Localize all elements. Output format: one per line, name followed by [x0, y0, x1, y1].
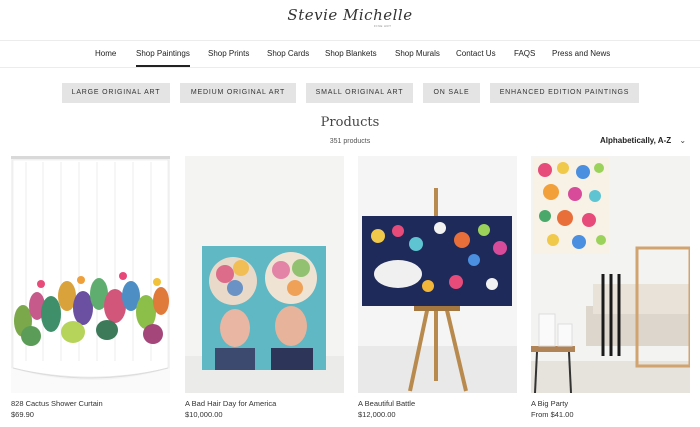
nav-item-shop-paintings[interactable]: Shop Paintings [136, 49, 190, 67]
product-card[interactable]: A Beautiful Battle $12,000.00 [358, 156, 517, 419]
site-header: Stevie Michelle FINE ART [0, 0, 700, 40]
product-image-beautiful-battle[interactable] [358, 156, 517, 393]
product-name[interactable]: A Beautiful Battle [358, 399, 415, 408]
product-price: From $41.00 [531, 410, 574, 419]
category-button-medium-original-art[interactable]: MEDIUM ORIGINAL ART [180, 83, 296, 103]
product-image-big-party[interactable] [531, 156, 690, 393]
product-name[interactable]: A Bad Hair Day for America [185, 399, 276, 408]
product-name[interactable]: 828 Cactus Shower Curtain [11, 399, 103, 408]
brand-logo[interactable]: Stevie Michelle [287, 6, 412, 24]
collection-title: Products [320, 115, 380, 130]
product-price: $69.90 [11, 410, 34, 419]
product-card[interactable]: 828 Cactus Shower Curtain $69.90 [11, 156, 170, 419]
brand-logo-subtext: FINE ART [374, 24, 392, 28]
product-image-cactus-shower-curtain[interactable] [11, 156, 170, 393]
product-name[interactable]: A Big Party [531, 399, 568, 408]
product-price: $12,000.00 [358, 410, 396, 419]
nav-item-home[interactable]: Home [95, 49, 116, 58]
sort-dropdown[interactable]: Alphabetically, A-Z ⌄ [600, 136, 686, 145]
nav-item-shop-murals[interactable]: Shop Murals [395, 49, 440, 58]
category-button-enhanced-edition-paintings[interactable]: ENHANCED EDITION PAINTINGS [490, 83, 639, 103]
nav-item-shop-cards[interactable]: Shop Cards [267, 49, 309, 58]
main-nav: Home Shop Paintings Shop Prints Shop Car… [0, 40, 700, 68]
category-button-on-sale[interactable]: ON SALE [423, 83, 480, 103]
category-button-small-original-art[interactable]: SMALL ORIGINAL ART [306, 83, 413, 103]
nav-item-shop-prints[interactable]: Shop Prints [208, 49, 249, 58]
product-price: $10,000.00 [185, 410, 223, 419]
nav-item-faqs[interactable]: FAQS [514, 49, 535, 58]
nav-item-contact-us[interactable]: Contact Us [456, 49, 496, 58]
product-image-bad-hair-day[interactable] [185, 156, 344, 393]
nav-item-press-and-news[interactable]: Press and News [552, 49, 610, 58]
sort-label: Alphabetically, A-Z [600, 136, 672, 145]
product-count: 351 products [329, 138, 371, 145]
category-button-large-original-art[interactable]: LARGE ORIGINAL ART [62, 83, 170, 103]
nav-item-shop-blankets[interactable]: Shop Blankets [325, 49, 377, 58]
product-card[interactable]: A Big Party From $41.00 [531, 156, 690, 419]
chevron-down-icon: ⌄ [679, 136, 687, 145]
product-card[interactable]: A Bad Hair Day for America $10,000.00 [185, 156, 344, 419]
